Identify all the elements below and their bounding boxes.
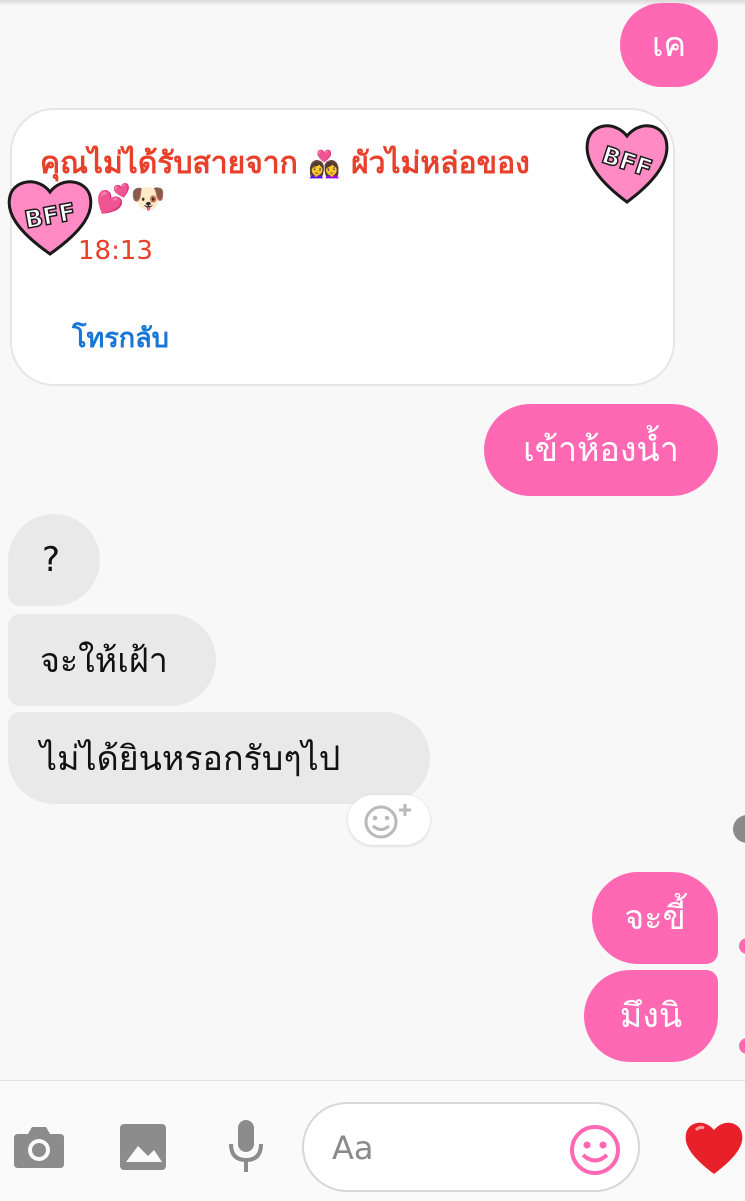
delivery-indicator: [739, 938, 745, 954]
top-edge-shadow: [0, 0, 745, 6]
bff-heart-sticker-left: BFF: [7, 180, 93, 256]
incoming-message[interactable]: ?: [8, 514, 100, 606]
message-composer[interactable]: [302, 1102, 640, 1192]
missed-call-card[interactable]: คุณไม่ได้รับสายจาก 👩‍❤️‍👩 ผัวไม่หล่อของ …: [10, 108, 675, 386]
message-input[interactable]: [330, 1122, 554, 1174]
message-text: มึงนิ: [619, 996, 683, 1036]
caller-name: ผัวไม่หล่อของ: [351, 146, 530, 181]
microphone-icon[interactable]: [226, 1118, 266, 1174]
emoji-icon[interactable]: [569, 1124, 621, 1176]
seen-avatar: [733, 815, 745, 843]
message-text: เข้าห้องน้ำ: [523, 430, 679, 470]
call-back-link[interactable]: โทรกลับ: [72, 316, 169, 359]
add-reaction-button[interactable]: [348, 795, 430, 845]
message-text: ?: [42, 540, 61, 580]
missed-call-text: คุณไม่ได้รับสายจาก 👩‍❤️‍👩 ผัวไม่หล่อของ: [40, 140, 530, 187]
message-text: จะขี้: [624, 898, 686, 938]
outgoing-message[interactable]: เข้าห้องน้ำ: [484, 404, 718, 496]
outgoing-message[interactable]: มึงนิ: [584, 970, 718, 1062]
message-text: เค: [651, 25, 687, 65]
couple-emoji-icon: 👩‍❤️‍👩: [308, 150, 341, 180]
dog-face-icon: 🐶: [130, 182, 166, 215]
add-reaction-icon: [364, 804, 411, 839]
camera-icon[interactable]: [12, 1122, 66, 1170]
sparkling-heart-icon: 💕: [96, 182, 131, 215]
message-text: ไม่ได้ยินหรอกรับๆไป: [40, 739, 341, 779]
delivery-indicator: [739, 1038, 745, 1054]
image-icon[interactable]: [118, 1122, 168, 1172]
message-text: จะให้เฝ้า: [40, 641, 168, 681]
bff-heart-sticker-right: BFF: [585, 124, 669, 204]
heart-icon[interactable]: [682, 1116, 745, 1176]
outgoing-message[interactable]: จะขี้: [592, 872, 718, 964]
caller-name-emojis: 💕🐶: [96, 182, 166, 215]
incoming-message[interactable]: จะให้เฝ้า: [8, 614, 216, 706]
outgoing-message[interactable]: เค: [620, 3, 718, 87]
incoming-message[interactable]: ไม่ได้ยินหรอกรับๆไป: [8, 712, 430, 804]
